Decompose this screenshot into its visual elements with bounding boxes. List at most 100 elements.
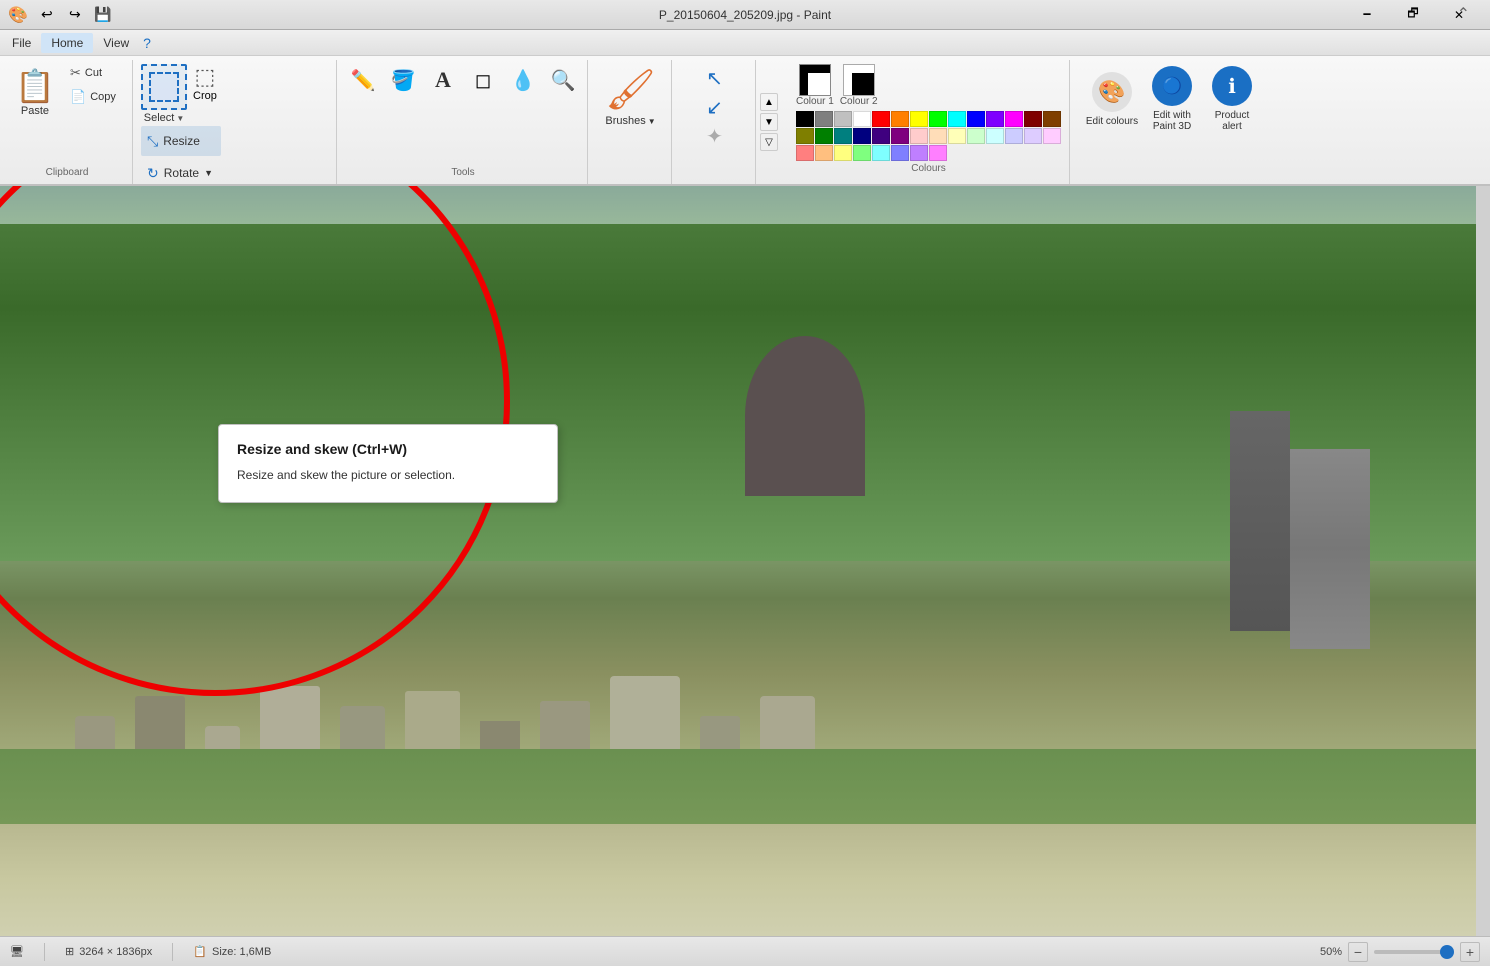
palette-swatch[interactable] [796, 111, 814, 127]
redo-button[interactable]: ↪ [62, 2, 88, 28]
ribbon-scroll-up[interactable]: ▲ [760, 93, 778, 111]
rotate-dropdown-arrow: ▼ [204, 168, 213, 178]
palette-swatch[interactable] [796, 128, 814, 144]
maximize-button[interactable]: 🗗 [1390, 0, 1436, 30]
size-icon: 📋 [193, 945, 207, 958]
palette-swatch[interactable] [910, 145, 928, 161]
pencil-button[interactable]: ✏️ [345, 62, 381, 98]
walkway-area [0, 824, 1490, 937]
menu-home[interactable]: Home [41, 33, 93, 53]
palette-swatch[interactable] [929, 145, 947, 161]
palette-swatch[interactable] [1043, 111, 1061, 127]
star-shape[interactable]: ✦ [706, 124, 723, 149]
shapes-content: ↖ ↙ ✦ [680, 62, 749, 178]
zoom-level: 50% [1320, 946, 1342, 958]
palette-swatch[interactable] [1024, 111, 1042, 127]
minimize-button[interactable]: 🗕 [1344, 0, 1390, 30]
palette-swatch[interactable] [986, 128, 1004, 144]
save-button[interactable]: 💾 [90, 2, 116, 28]
collapse-ribbon-button[interactable]: ⌃ [1457, 4, 1470, 24]
vertical-scrollbar[interactable] [1476, 186, 1490, 936]
colour2-swatch[interactable] [843, 64, 875, 96]
size-text: Size: 1,6MB [212, 946, 271, 958]
palette-swatch[interactable] [815, 111, 833, 127]
edit-paint3d-icon: 🔵 [1152, 66, 1192, 106]
menu-file[interactable]: File [2, 33, 41, 53]
palette-swatch[interactable] [1005, 128, 1023, 144]
palette-swatch[interactable] [1005, 111, 1023, 127]
zoom-out-button[interactable]: − [1348, 942, 1368, 962]
palette-swatch[interactable] [872, 111, 890, 127]
fill-button[interactable]: 🪣 [385, 62, 421, 98]
crop-label: Crop [193, 90, 217, 102]
palette-swatch[interactable] [796, 145, 814, 161]
palette-swatch[interactable] [929, 111, 947, 127]
dimensions-text: 3264 × 1836px [79, 946, 152, 958]
palette-swatch[interactable] [967, 111, 985, 127]
palette-swatch[interactable] [872, 145, 890, 161]
crop-button[interactable]: ⬚ [195, 64, 216, 90]
paste-button[interactable]: 📋 Paste [8, 62, 62, 122]
arrow-shape-1[interactable]: ↖ [706, 66, 723, 91]
zoom-in-button[interactable]: + [1460, 942, 1480, 962]
palette-swatch[interactable] [891, 111, 909, 127]
palette-swatch[interactable] [910, 111, 928, 127]
undo-button[interactable]: ↩ [34, 2, 60, 28]
image-group: Select ▼ ⬚ Crop ⤡ Resize ↻ Rotate [137, 60, 337, 184]
palette-swatch[interactable] [948, 128, 966, 144]
colour2-wrapper: Colour 2 [840, 64, 878, 107]
menu-view[interactable]: View [93, 33, 139, 53]
palette-swatch[interactable] [1024, 128, 1042, 144]
arrow-shape-2[interactable]: ↙ [706, 95, 723, 120]
edit-paint3d-button[interactable]: 🔵 Edit with Paint 3D [1144, 64, 1200, 134]
resize-button[interactable]: ⤡ Resize [141, 126, 221, 156]
product-alert-button[interactable]: ℹ Product alert [1204, 64, 1260, 134]
brushes-group: 🖌 Brushes ▼ [592, 60, 672, 184]
edit-colours-label: Edit colours [1086, 116, 1138, 127]
palette-swatch[interactable] [872, 128, 890, 144]
palette-swatch[interactable] [986, 111, 1004, 127]
palette-swatch[interactable] [891, 145, 909, 161]
palette-swatch[interactable] [853, 128, 871, 144]
paste-label: Paste [21, 105, 49, 117]
edit-colours-button[interactable]: 🎨 Edit colours [1084, 64, 1140, 134]
help-button[interactable]: ? [143, 35, 151, 51]
shapes-label [680, 178, 749, 180]
eraser-button[interactable]: ◻ [465, 62, 501, 98]
palette-swatch[interactable] [834, 111, 852, 127]
palette-swatch[interactable] [967, 128, 985, 144]
menu-bar: File Home View ⌃ ? [0, 30, 1490, 56]
palette-swatch[interactable] [948, 111, 966, 127]
palette-swatch[interactable] [834, 145, 852, 161]
copy-button[interactable]: 📄 Copy [66, 86, 126, 108]
ribbon-scroll-buttons: ▲ ▼ ▽ [760, 60, 778, 184]
rotate-button[interactable]: ↻ Rotate ▼ [141, 158, 221, 188]
zoom-slider[interactable] [1374, 950, 1454, 954]
select-button[interactable] [141, 64, 187, 110]
magnifier-button[interactable]: 🔍 [545, 62, 581, 98]
brushes-group-label [596, 178, 665, 180]
colour1-overlay [808, 73, 830, 95]
brushes-icon[interactable]: 🖌 [605, 66, 656, 113]
palette-swatch[interactable] [929, 128, 947, 144]
canvas-area[interactable]: Resize and skew (Ctrl+W) Resize and skew… [0, 186, 1490, 936]
palette-swatch[interactable] [853, 111, 871, 127]
palette-swatch[interactable] [815, 128, 833, 144]
palette-swatch[interactable] [1043, 128, 1061, 144]
window-title: P_20150604_205209.jpg - Paint [659, 8, 831, 22]
ribbon-scroll-down[interactable]: ▼ [760, 113, 778, 131]
palette-swatch[interactable] [834, 128, 852, 144]
cut-button[interactable]: ✂ Cut [66, 62, 126, 84]
ribbon: 📋 Paste ✂ Cut 📄 Copy Clipboard [0, 56, 1490, 186]
palette-swatch[interactable] [815, 145, 833, 161]
colour1-swatch[interactable] [799, 64, 831, 96]
ribbon-expand[interactable]: ▽ [760, 133, 778, 151]
color-picker-button[interactable]: 💧 [505, 62, 541, 98]
text-button[interactable]: A [425, 62, 461, 98]
right-toolbar: 🎨 Edit colours 🔵 Edit with Paint 3D ℹ Pr… [1080, 60, 1264, 184]
palette-swatch[interactable] [910, 128, 928, 144]
undo-redo-save[interactable]: ↩ ↪ 💾 [34, 2, 116, 28]
palette-swatch[interactable] [891, 128, 909, 144]
palette-swatch[interactable] [853, 145, 871, 161]
zoom-thumb[interactable] [1440, 945, 1454, 959]
